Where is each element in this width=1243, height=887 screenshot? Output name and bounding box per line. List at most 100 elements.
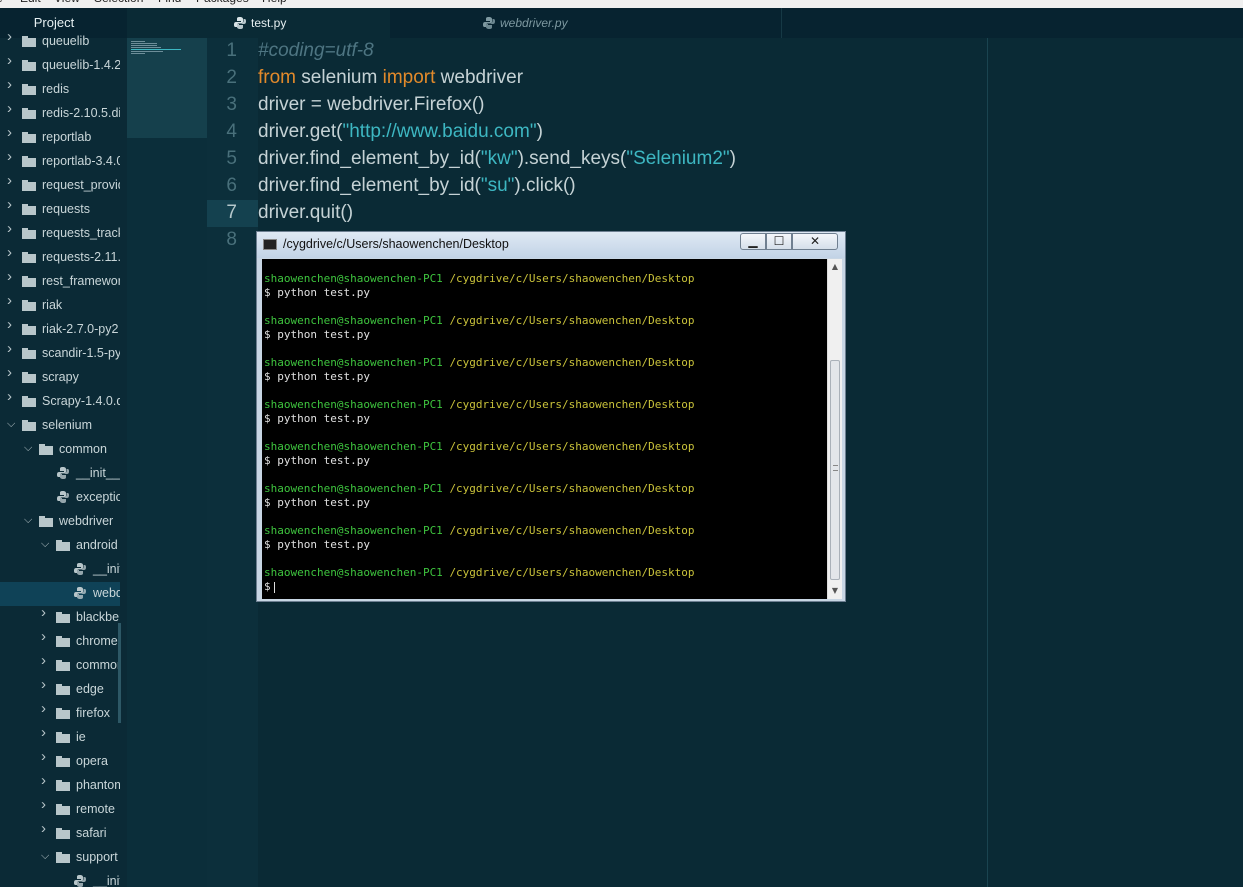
scrollbar-thumb[interactable] (830, 360, 840, 580)
tree-folder-item[interactable]: › reportlab (0, 126, 120, 150)
menu-item[interactable]: Find (158, 0, 181, 5)
chevron-right-icon[interactable]: › (7, 246, 17, 260)
menu-item[interactable]: Help (262, 0, 287, 5)
tree-folder-item[interactable]: › request_provid (0, 174, 120, 198)
tree-folder-item[interactable]: ⌵ common (0, 438, 120, 462)
menu-item[interactable]: Selection (94, 0, 143, 5)
chevron-right-icon[interactable]: › (7, 30, 17, 44)
chevron-right-icon[interactable]: › (41, 726, 51, 740)
terminal-prompt-line: shaowenchen@shaowenchen-PC1 /cygdrive/c/… (264, 356, 694, 369)
chevron-right-icon[interactable]: › (7, 318, 17, 332)
code-line[interactable]: #coding=utf-8 (258, 40, 374, 62)
code-line[interactable]: driver.find_element_by_id("kw").send_key… (258, 148, 736, 170)
chevron-right-icon[interactable]: › (7, 126, 17, 140)
tree-folder-item[interactable]: › firefox (0, 702, 120, 726)
tree-folder-item[interactable]: › safari (0, 822, 120, 846)
tree-folder-item[interactable]: › requests (0, 198, 120, 222)
code-line[interactable]: from selenium import webdriver (258, 67, 523, 89)
chevron-right-icon[interactable]: › (41, 654, 51, 668)
tree-folder-item[interactable]: › reportlab-3.4.0 (0, 150, 120, 174)
chevron-down-icon[interactable]: ⌵ (24, 443, 34, 454)
chevron-right-icon[interactable]: › (7, 198, 17, 212)
scroll-up-arrow-icon[interactable]: ▲ (828, 259, 842, 275)
chevron-right-icon[interactable]: › (7, 390, 17, 404)
line-number-gutter: 1 2 3 4 5 6 7 8 (207, 38, 258, 887)
chevron-right-icon[interactable]: › (41, 702, 51, 716)
terminal-output[interactable]: shaowenchen@shaowenchen-PC1 /cygdrive/c/… (262, 259, 827, 599)
code-line[interactable]: driver.get("http://www.baidu.com") (258, 121, 543, 143)
chevron-right-icon[interactable]: › (41, 630, 51, 644)
tree-file-item[interactable]: __init__.py (0, 462, 120, 486)
sidebar-scrollbar[interactable] (118, 623, 121, 723)
terminal-user-host: shaowenchen@shaowenchen-PC1 (264, 440, 443, 453)
tree-folder-item[interactable]: ⌵ webdriver (0, 510, 120, 534)
tree-folder-item[interactable]: › requests-2.11.1 (0, 246, 120, 270)
tree-folder-item[interactable]: › blackberry (0, 606, 120, 630)
terminal-scrollbar[interactable]: ▲ ▼ (827, 259, 842, 599)
chevron-right-icon[interactable]: › (41, 774, 51, 788)
tree-folder-item[interactable]: › scandir-1.5-py (0, 342, 120, 366)
maximize-button[interactable]: ☐ (766, 233, 792, 250)
chevron-right-icon[interactable]: › (7, 222, 17, 236)
tree-folder-item[interactable]: › queuelib-1.4.2 (0, 54, 120, 78)
tree-folder-item[interactable]: › chrome (0, 630, 120, 654)
tree-folder-item[interactable]: › rest_framework (0, 270, 120, 294)
chevron-right-icon[interactable]: › (41, 798, 51, 812)
terminal-titlebar[interactable]: /cygdrive/c/Users/shaowenchen/Desktop ▁ … (257, 232, 845, 258)
tree-folder-item[interactable]: › riak (0, 294, 120, 318)
chevron-down-icon[interactable]: ⌵ (7, 419, 17, 430)
menu-item[interactable]: e (0, 0, 3, 5)
tree-file-item[interactable]: webdriver.py (0, 582, 120, 606)
tree-folder-item[interactable]: › redis (0, 78, 120, 102)
chevron-right-icon[interactable]: › (7, 270, 17, 284)
chevron-right-icon[interactable]: › (7, 342, 17, 356)
chevron-right-icon[interactable]: › (7, 150, 17, 164)
tree-folder-item[interactable]: › common (0, 654, 120, 678)
minimize-button[interactable]: ▁ (740, 233, 766, 250)
terminal-window[interactable]: /cygdrive/c/Users/shaowenchen/Desktop ▁ … (256, 231, 846, 602)
chevron-right-icon[interactable]: › (7, 54, 17, 68)
tree-folder-item[interactable]: ⌵ selenium (0, 414, 120, 438)
tree-folder-item[interactable]: ⌵ android (0, 534, 120, 558)
chevron-right-icon[interactable]: › (7, 366, 17, 380)
chevron-right-icon[interactable]: › (7, 174, 17, 188)
tree-item-label: queuelib-1.4.2 (42, 58, 120, 72)
tree-folder-item[interactable]: › remote (0, 798, 120, 822)
menu-item[interactable]: Packages (196, 0, 249, 5)
chevron-right-icon[interactable]: › (41, 606, 51, 620)
chevron-right-icon[interactable]: › (41, 678, 51, 692)
code-line[interactable]: driver = webdriver.Firefox() (258, 94, 484, 116)
code-line[interactable]: driver.quit() (258, 202, 353, 224)
chevron-right-icon[interactable]: › (7, 78, 17, 92)
tree-folder-item[interactable]: › redis-2.10.5.di (0, 102, 120, 126)
tree-folder-item[interactable]: › scrapy (0, 366, 120, 390)
menu-item[interactable]: Edit (20, 0, 41, 5)
tree-folder-item[interactable]: › requests_track (0, 222, 120, 246)
tree-file-item[interactable]: exceptions.py (0, 486, 120, 510)
tree-folder-item[interactable]: › edge (0, 678, 120, 702)
scroll-down-arrow-icon[interactable]: ▼ (828, 583, 842, 599)
tree-item-label: ie (76, 730, 86, 744)
chevron-down-icon[interactable]: ⌵ (41, 539, 51, 550)
tree-folder-item[interactable]: › riak-2.7.0-py2 (0, 318, 120, 342)
tab-webdriver-py[interactable]: webdriver.py (390, 8, 654, 38)
tree-folder-item[interactable]: › Scrapy-1.4.0.d (0, 390, 120, 414)
menu-item[interactable]: View (54, 0, 80, 5)
chevron-right-icon[interactable]: › (7, 294, 17, 308)
chevron-right-icon[interactable]: › (41, 750, 51, 764)
tree-item-label: exceptions.py (76, 490, 120, 504)
tree-file-item[interactable]: __init__.py (0, 558, 120, 582)
chevron-right-icon[interactable]: › (7, 102, 17, 116)
tree-folder-item[interactable]: › opera (0, 750, 120, 774)
chevron-down-icon[interactable]: ⌵ (41, 851, 51, 862)
code-line[interactable]: driver.find_element_by_id("su").click() (258, 175, 576, 197)
tree-folder-item[interactable]: ⌵ support (0, 846, 120, 870)
tree-folder-item[interactable]: › phantomjs (0, 774, 120, 798)
tab-test-py[interactable]: test.py (127, 8, 390, 38)
tree-file-item[interactable]: __init__.py (0, 870, 120, 887)
tree-folder-item[interactable]: › queuelib (0, 30, 120, 54)
tree-folder-item[interactable]: › ie (0, 726, 120, 750)
close-button[interactable]: ✕ (792, 233, 838, 250)
chevron-down-icon[interactable]: ⌵ (24, 515, 34, 526)
chevron-right-icon[interactable]: › (41, 822, 51, 836)
